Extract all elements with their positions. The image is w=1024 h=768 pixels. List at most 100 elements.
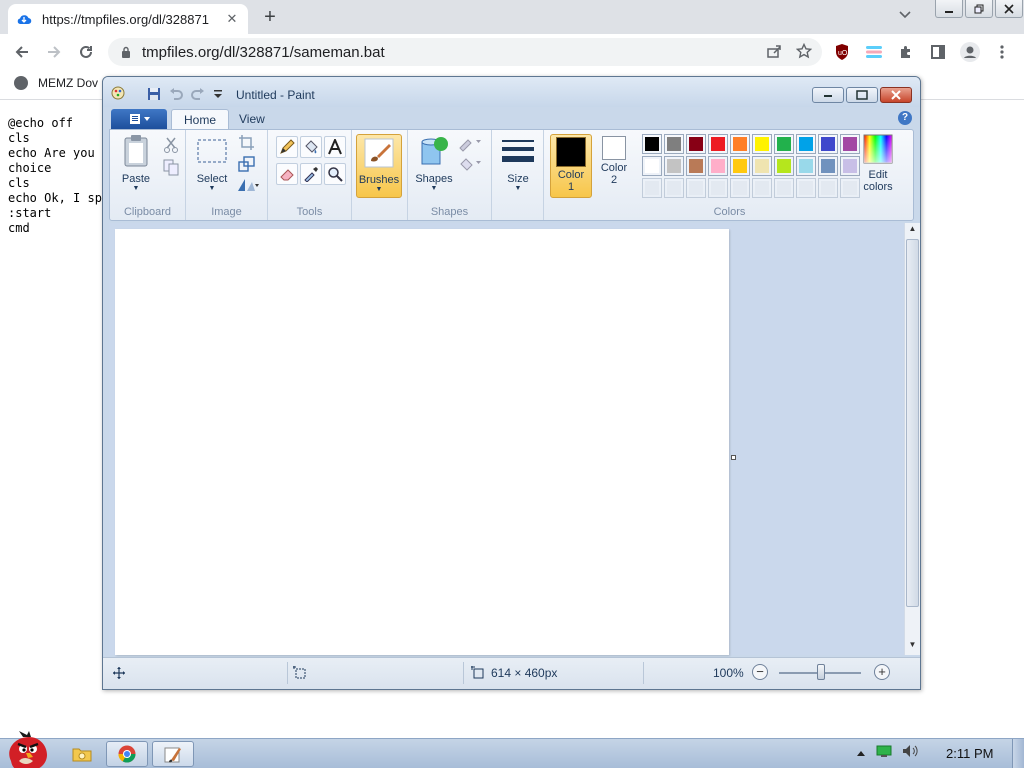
palette-swatch[interactable] (818, 134, 838, 154)
resize-icon[interactable] (238, 155, 256, 173)
palette-custom-slot[interactable] (752, 178, 772, 198)
network-icon[interactable] (876, 744, 892, 761)
palette-swatch[interactable] (774, 134, 794, 154)
new-tab-button[interactable]: + (258, 6, 282, 30)
palette-custom-slot[interactable] (796, 178, 816, 198)
browser-tab[interactable]: https://tmpfiles.org/dl/328871 ✕ (8, 4, 248, 34)
palette-swatch[interactable] (774, 156, 794, 176)
more-menu-icon[interactable] (990, 40, 1014, 64)
redo-icon[interactable] (191, 87, 205, 101)
side-panel-icon[interactable] (926, 40, 950, 64)
vertical-scrollbar[interactable]: ▲ ▼ (904, 223, 920, 655)
copy-icon[interactable] (162, 158, 180, 176)
share-icon[interactable] (766, 43, 782, 63)
palette-swatch[interactable] (708, 134, 728, 154)
palette-swatch[interactable] (664, 134, 684, 154)
palette-custom-slot[interactable] (686, 178, 706, 198)
fill-shape-icon[interactable] (458, 155, 482, 173)
palette-custom-slot[interactable] (708, 178, 728, 198)
paste-button[interactable]: Paste ▼ (116, 134, 156, 192)
restore-button[interactable] (965, 0, 993, 18)
zoom-out-button[interactable]: − (752, 664, 768, 680)
save-icon[interactable] (147, 87, 161, 101)
customize-quick-access-icon[interactable] (211, 87, 225, 101)
bookmark-star-icon[interactable] (795, 42, 813, 63)
fill-tool[interactable] (300, 136, 322, 158)
select-button[interactable]: Select ▼ (192, 134, 232, 192)
pencil-tool[interactable] (276, 136, 298, 158)
reload-icon[interactable] (74, 40, 98, 64)
text-tool[interactable] (324, 136, 346, 158)
cut-icon[interactable] (162, 136, 180, 154)
scroll-down-icon[interactable]: ▼ (905, 640, 920, 654)
canvas-resize-handle[interactable] (731, 455, 736, 460)
color-picker-tool[interactable] (300, 163, 322, 185)
palette-custom-slot[interactable] (642, 178, 662, 198)
bookmark-memz[interactable]: MEMZ Dov (14, 76, 98, 90)
back-arrow-icon[interactable] (10, 40, 34, 64)
extensions-puzzle-icon[interactable] (894, 40, 918, 64)
palette-swatch[interactable] (796, 156, 816, 176)
undo-icon[interactable] (169, 87, 183, 101)
palette-swatch[interactable] (752, 156, 772, 176)
scroll-up-icon[interactable]: ▲ (905, 224, 920, 238)
shapes-button[interactable]: Shapes ▼ (414, 134, 454, 192)
magnifier-tool[interactable] (324, 163, 346, 185)
edit-colors-button[interactable]: Edit colors (858, 134, 898, 193)
palette-swatch[interactable] (730, 134, 750, 154)
tab-view[interactable]: View (227, 109, 277, 129)
palette-swatch[interactable] (840, 156, 860, 176)
palette-swatch[interactable] (818, 156, 838, 176)
palette-swatch[interactable] (840, 134, 860, 154)
palette-swatch[interactable] (796, 134, 816, 154)
palette-custom-slot[interactable] (664, 178, 684, 198)
drawing-canvas[interactable] (115, 229, 729, 655)
palette-swatch[interactable] (752, 134, 772, 154)
tab-search-chevron-icon[interactable] (895, 8, 915, 28)
palette-custom-slot[interactable] (818, 178, 838, 198)
start-button-angry-bird-icon[interactable] (2, 731, 50, 768)
taskbar-clock[interactable]: 2:11 PM (946, 746, 993, 761)
palette-swatch[interactable] (686, 134, 706, 154)
extension-stripes-icon[interactable] (862, 40, 886, 64)
paint-taskbar-button[interactable] (152, 741, 194, 767)
rotate-icon[interactable] (236, 176, 260, 194)
show-hidden-icons-icon[interactable] (856, 745, 866, 760)
address-bar[interactable]: tmpfiles.org/dl/328871/sameman.bat (108, 38, 822, 66)
tab-home[interactable]: Home (171, 109, 230, 129)
palette-swatch[interactable] (642, 134, 662, 154)
palette-swatch[interactable] (642, 156, 662, 176)
scroll-thumb[interactable] (906, 239, 919, 607)
palette-swatch[interactable] (686, 156, 706, 176)
minimize-button[interactable] (935, 0, 963, 18)
paint-minimize-button[interactable] (812, 87, 844, 103)
paint-close-button[interactable] (880, 87, 912, 103)
palette-custom-slot[interactable] (774, 178, 794, 198)
chrome-taskbar-button[interactable] (106, 741, 148, 767)
brushes-button[interactable]: Brushes ▼ (356, 134, 402, 198)
paint-maximize-button[interactable] (846, 87, 878, 103)
ublock-origin-icon[interactable]: uO (830, 40, 854, 64)
eraser-tool[interactable] (276, 163, 298, 185)
palette-swatch[interactable] (730, 156, 750, 176)
close-button[interactable] (995, 0, 1023, 18)
help-icon[interactable]: ? (898, 111, 912, 125)
zoom-in-button[interactable]: + (874, 664, 890, 680)
palette-swatch[interactable] (708, 156, 728, 176)
show-desktop-button[interactable] (1012, 739, 1024, 768)
palette-swatch[interactable] (664, 156, 684, 176)
profile-avatar-icon[interactable] (958, 40, 982, 64)
palette-custom-slot[interactable] (840, 178, 860, 198)
forward-arrow-icon[interactable] (42, 40, 66, 64)
palette-custom-slot[interactable] (730, 178, 750, 198)
paint-menu-button[interactable] (111, 109, 167, 129)
color1-button[interactable]: Color 1 (550, 134, 592, 198)
color2-button[interactable]: Color 2 (594, 136, 634, 186)
explorer-folder-icon[interactable] (66, 741, 98, 767)
paint-app-icon[interactable] (111, 86, 125, 100)
outline-icon[interactable] (458, 134, 482, 152)
tab-close-icon[interactable]: ✕ (224, 11, 240, 27)
crop-icon[interactable] (238, 134, 256, 152)
size-button[interactable]: Size ▼ (498, 134, 538, 192)
zoom-slider-thumb[interactable] (817, 664, 825, 680)
